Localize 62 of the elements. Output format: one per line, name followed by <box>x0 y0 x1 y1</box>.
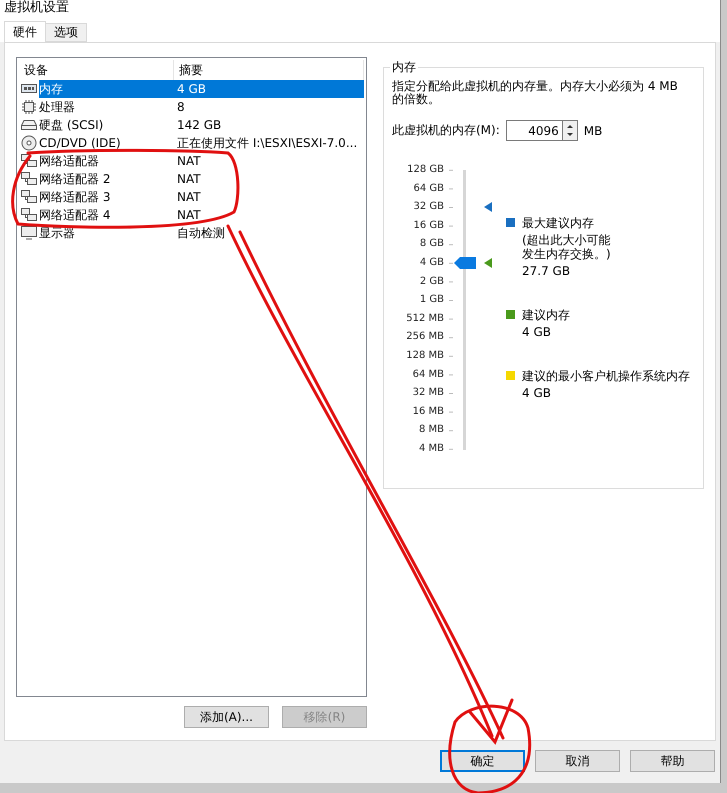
device-name[interactable]: 硬盘 (SCSI) <box>39 116 174 134</box>
scale-label: 2 GB <box>418 274 444 289</box>
legend-note: (超出此大小可能发生内存交换。) <box>522 233 612 261</box>
tab[interactable]: 选项 <box>45 23 87 42</box>
device-name[interactable]: 网络适配器 2 <box>39 170 174 188</box>
unit-label: MB <box>584 124 602 138</box>
memory-field-label: 此虚拟机的内存(M): <box>392 122 500 139</box>
network-icon <box>21 190 37 204</box>
dialog-button[interactable]: 帮助 <box>630 750 715 772</box>
device-name[interactable]: CD/DVD (IDE) <box>39 134 174 152</box>
add-button[interactable]: 添加(A)... <box>184 706 269 728</box>
scale-label: 4 MB <box>418 442 444 456</box>
dialog-button[interactable]: 确定 <box>440 750 525 772</box>
scale-label: 16 MB <box>412 404 444 419</box>
scale-label: 8 MB <box>418 423 444 438</box>
scale-label: 32 MB <box>412 386 444 400</box>
scale-label: 1 GB <box>418 293 444 308</box>
network-icon <box>21 208 37 222</box>
scale-label: 64 GB <box>412 182 444 196</box>
device-name[interactable]: 内存 <box>39 80 174 98</box>
device-name[interactable]: 处理器 <box>39 98 174 116</box>
legend-value: 27.7 GB <box>522 264 572 278</box>
legend-value: 4 GB <box>522 325 552 339</box>
dialog-button[interactable]: 取消 <box>535 750 620 772</box>
network-icon <box>21 154 37 168</box>
scale-label: 16 GB <box>412 218 444 233</box>
device-name[interactable]: 网络适配器 <box>39 152 174 170</box>
device-summary: NAT <box>176 153 202 170</box>
scale-label: 64 MB <box>412 368 444 382</box>
processor-icon <box>21 99 37 115</box>
device-summary: 正在使用文件 I:\ESXI\ESXI-7.0... <box>176 135 358 152</box>
monitor-icon <box>21 226 37 240</box>
memory-description: 指定分配给此虚拟机的内存量。内存大小必须为 4 MB 的倍数。 <box>392 80 679 106</box>
legend-label: 建议的最小客户机操作系统内存 <box>522 369 690 383</box>
scale-label: 256 MB <box>405 330 444 344</box>
network-icon <box>21 172 37 186</box>
scale-label: 32 GB <box>412 200 444 214</box>
scale-label: 128 MB <box>405 348 444 363</box>
legend-value: 4 GB <box>522 386 552 400</box>
device-name[interactable]: 网络适配器 3 <box>39 188 174 206</box>
device-summary: 自动检测 <box>176 225 226 242</box>
spin-arrows-icon[interactable] <box>562 120 578 141</box>
device-summary: NAT <box>176 171 202 188</box>
legend-label: 最大建议内存 <box>522 216 595 230</box>
device-summary: 4 GB <box>174 80 364 98</box>
scale-label: 4 GB <box>418 256 444 270</box>
device-summary: NAT <box>176 189 202 206</box>
window-title: 虚拟机设置 <box>4 1 69 14</box>
slider-thumb[interactable] <box>454 257 476 270</box>
memory-icon <box>21 83 37 95</box>
scale-label: 8 GB <box>418 237 444 252</box>
disc-icon <box>21 135 37 151</box>
device-summary: NAT <box>176 207 202 224</box>
device-name[interactable]: 网络适配器 4 <box>39 206 174 224</box>
group-title: 内存 <box>391 59 417 76</box>
tab[interactable]: 硬件 <box>4 21 46 42</box>
scale-label: 512 MB <box>405 312 444 326</box>
memory-field[interactable]: 4096 <box>506 120 562 141</box>
legend-label: 建议内存 <box>522 308 571 322</box>
device-summary: 8 <box>176 99 186 116</box>
scale-label: 128 GB <box>406 163 444 177</box>
device-summary: 142 GB <box>176 117 222 134</box>
